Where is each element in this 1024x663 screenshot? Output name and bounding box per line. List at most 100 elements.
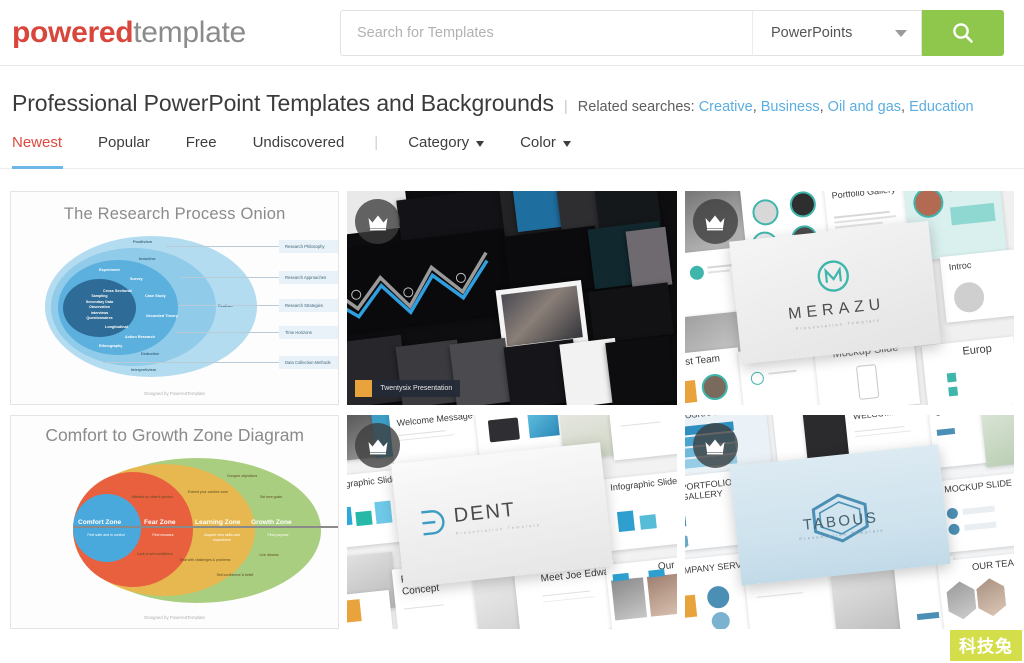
research-onion-diagram: The Research Process Onion Sampling Seco… [11, 192, 339, 404]
filter-tabs: Newest Popular Free Undiscovered | Categ… [0, 117, 1024, 169]
onion-label-interpretivism: Interpretivism [131, 368, 157, 372]
slide-title: Portfolio Gallery [830, 191, 896, 201]
slide-title: Welcome Message [396, 415, 474, 429]
premium-badge [692, 199, 738, 244]
premium-badge [692, 423, 738, 468]
template-card-merazu[interactable]: Portfolio Gallery Welcome M Introc [684, 191, 1014, 405]
slide-title: OUR TEAM [971, 556, 1014, 574]
leader-line [166, 246, 279, 247]
crown-icon [368, 439, 388, 454]
template-card-twentysix[interactable]: Twentysix Presentation [347, 191, 677, 405]
zone-note-4: Self-confidence & belief [216, 573, 254, 577]
onion-label-grounded-theory: Grounded Theory [146, 314, 178, 318]
tab-free[interactable]: Free [186, 134, 217, 165]
tab-category-label: Category [408, 134, 470, 151]
onion-label-action-research: Action Research [125, 335, 155, 339]
diagram-footer: Designed by PoweredTemplate [144, 615, 206, 620]
diagram-title: The Research Process Onion [63, 205, 286, 223]
slide-tile-team: OUR TEAM [936, 552, 1014, 629]
search-category-select[interactable]: PowerPoints [752, 10, 922, 56]
search-input[interactable] [340, 10, 752, 56]
zone-note-5: Conquer objections [226, 474, 258, 478]
template-thumbnail: Comfort to Growth Zone Diagram Comfort Z… [11, 416, 339, 628]
zone-note-1: Lack of self-confidence [137, 552, 173, 556]
tab-popular[interactable]: Popular [98, 134, 150, 165]
zone-note-2: Extend your comfort zone [188, 490, 228, 494]
tab-newest[interactable]: Newest [12, 134, 62, 165]
slide-tile-photo [495, 279, 589, 353]
leader-line [176, 332, 279, 333]
slide-tile [625, 226, 673, 290]
zone-sub-fear: Find excuses [152, 533, 174, 537]
badge-square [355, 380, 373, 397]
tab-divider: | [374, 134, 379, 151]
template-thumbnail: The Research Process Onion Sampling Seco… [11, 192, 339, 404]
template-grid: The Research Process Onion Sampling Seco… [0, 169, 1024, 629]
zone-note-0: Affected by other's opinion [131, 495, 173, 499]
related-searches-links: Creative, Business, Oil and gas, Educati… [698, 99, 974, 115]
search-category-value: PowerPoints [771, 25, 853, 41]
merazu-logo-icon [817, 259, 849, 292]
related-link-education[interactable]: Education [909, 99, 974, 115]
hero-slide-tabous: TABOUS Presentation Template [728, 444, 951, 586]
related-link-business[interactable]: Business [761, 99, 820, 115]
slide-tile [605, 335, 677, 405]
zone-label-comfort: Comfort Zone [78, 519, 122, 526]
onion-tag-data-collection-methods: Data Collection Methods [279, 356, 339, 369]
related-searches-label: Related searches: [577, 99, 695, 115]
diagram-footer: Designed by PoweredTemplate [144, 391, 206, 396]
title-separator: | [563, 98, 568, 115]
template-card-tabous[interactable]: INFOGRAPHIC WELCOME MESSAGE OUR VALIDATI [684, 415, 1014, 629]
chevron-down-icon [895, 29, 907, 37]
template-card-research-onion[interactable]: The Research Process Onion Sampling Seco… [10, 191, 340, 405]
zone-label-fear: Fear Zone [144, 519, 176, 526]
tab-category-dropdown[interactable]: Category [408, 134, 485, 165]
slide-tile-europe: Europ [921, 336, 1014, 405]
logo-powered: powered [12, 15, 134, 49]
slide-title: Introc [947, 259, 972, 273]
onion-label-inductive: Inductive [139, 257, 156, 261]
zone-note-6: Set new goals [260, 495, 282, 499]
slide-title: INFOGRAPHIC [685, 415, 728, 422]
slide-title: WELCOME MESSAGE [852, 415, 941, 421]
onion-label-cross-sectional: Cross Sectional [103, 289, 132, 293]
slide-tile [588, 282, 675, 344]
page-header: Professional PowerPoint Templates and Ba… [0, 66, 1024, 117]
slide-title: Best Team [684, 353, 721, 370]
related-link-creative[interactable]: Creative [699, 99, 753, 115]
onion-tag-research-approaches: Research Approaches [279, 271, 339, 284]
chevron-down-icon [562, 140, 571, 147]
crown-icon [368, 215, 388, 230]
search-icon [953, 23, 973, 43]
slide-title: Welcome M [947, 191, 995, 194]
onion-label-case-study: Case Study [145, 294, 166, 298]
template-card-comfort-growth[interactable]: Comfort to Growth Zone Diagram Comfort Z… [10, 415, 340, 629]
site-header: poweredtemplate PowerPoints [0, 0, 1024, 66]
slide-title: PORTFOLIO GALLERY [684, 477, 733, 503]
onion-tag-research-strategies: Research Strategies [279, 299, 339, 312]
zone-label-learning: Learning Zone [195, 519, 241, 526]
crown-icon [705, 439, 725, 454]
tab-color-dropdown[interactable]: Color [520, 134, 571, 165]
comfort-growth-diagram: Comfort to Growth Zone Diagram Comfort Z… [11, 416, 339, 628]
zone-comfort [73, 494, 141, 562]
onion-label-experiment: Experiment [99, 268, 120, 272]
progress-arrow-icon [73, 526, 339, 528]
related-link-oil-and-gas[interactable]: Oil and gas [828, 99, 901, 115]
hero-title: DENT [452, 498, 518, 527]
slide-tile [347, 589, 394, 629]
site-watermark: 科技兔 [950, 630, 1022, 661]
zone-sub-growth: Find purpose [267, 533, 289, 537]
search-button[interactable] [922, 10, 1004, 56]
zone-sub-comfort: Feel safe and in control [87, 533, 125, 537]
slide-tile-intro: Introc [939, 249, 1014, 323]
zone-sub-learning: Acquire new skills and experience [204, 533, 240, 543]
tab-undiscovered[interactable]: Undiscovered [253, 134, 345, 165]
zigzag-chart-icon [347, 251, 489, 319]
active-tab-indicator [12, 166, 63, 169]
slide-tile-apptab: App Tab [608, 415, 677, 461]
site-logo[interactable]: poweredtemplate [12, 16, 246, 50]
onion-label-ethnography: Ethnography [99, 344, 123, 348]
onion-core-labels: Sampling Secondary Data Observation Inte… [85, 294, 114, 321]
template-card-dent[interactable]: Welcome Message App Tab Infographic Slid… [347, 415, 677, 629]
